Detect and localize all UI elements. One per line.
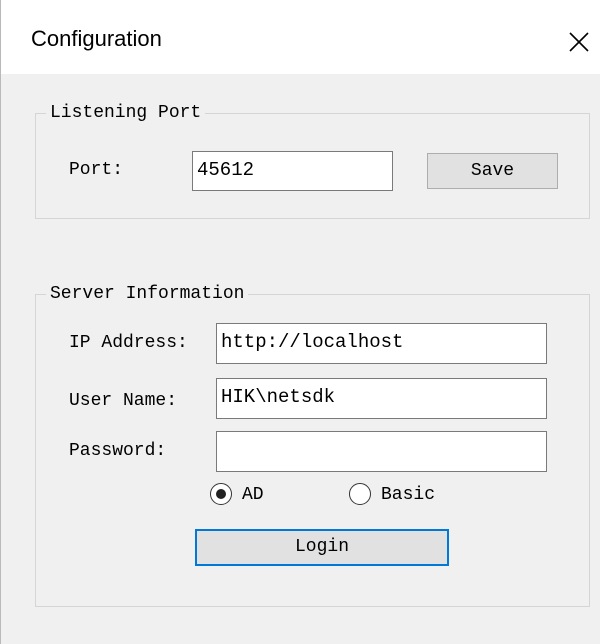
login-button[interactable]: Login: [195, 529, 449, 566]
close-button[interactable]: [561, 24, 597, 60]
port-label: Port:: [69, 160, 124, 180]
listening-port-legend: Listening Port: [46, 102, 206, 124]
ip-address-label: IP Address:: [69, 333, 188, 353]
dialog-title: Configuration: [31, 26, 162, 51]
basic-radio-label[interactable]: Basic: [381, 484, 435, 506]
user-name-label: User Name:: [69, 391, 178, 411]
ad-radio[interactable]: [210, 483, 232, 505]
basic-radio[interactable]: [349, 483, 371, 505]
save-button[interactable]: Save: [427, 153, 558, 189]
configuration-dialog: Configuration Listening Port Port: 45612…: [0, 0, 600, 644]
ip-address-input[interactable]: http://localhost: [216, 323, 547, 364]
radio-selected-dot: [216, 489, 226, 499]
user-name-input[interactable]: HIK\netsdk: [216, 378, 547, 419]
server-information-legend: Server Information: [46, 283, 249, 305]
ad-radio-label[interactable]: AD: [242, 484, 264, 506]
close-icon: [569, 32, 589, 52]
password-label: Password:: [69, 441, 167, 461]
title-bar: Configuration: [1, 0, 600, 74]
port-input[interactable]: 45612: [192, 151, 393, 191]
password-input[interactable]: [216, 431, 547, 472]
